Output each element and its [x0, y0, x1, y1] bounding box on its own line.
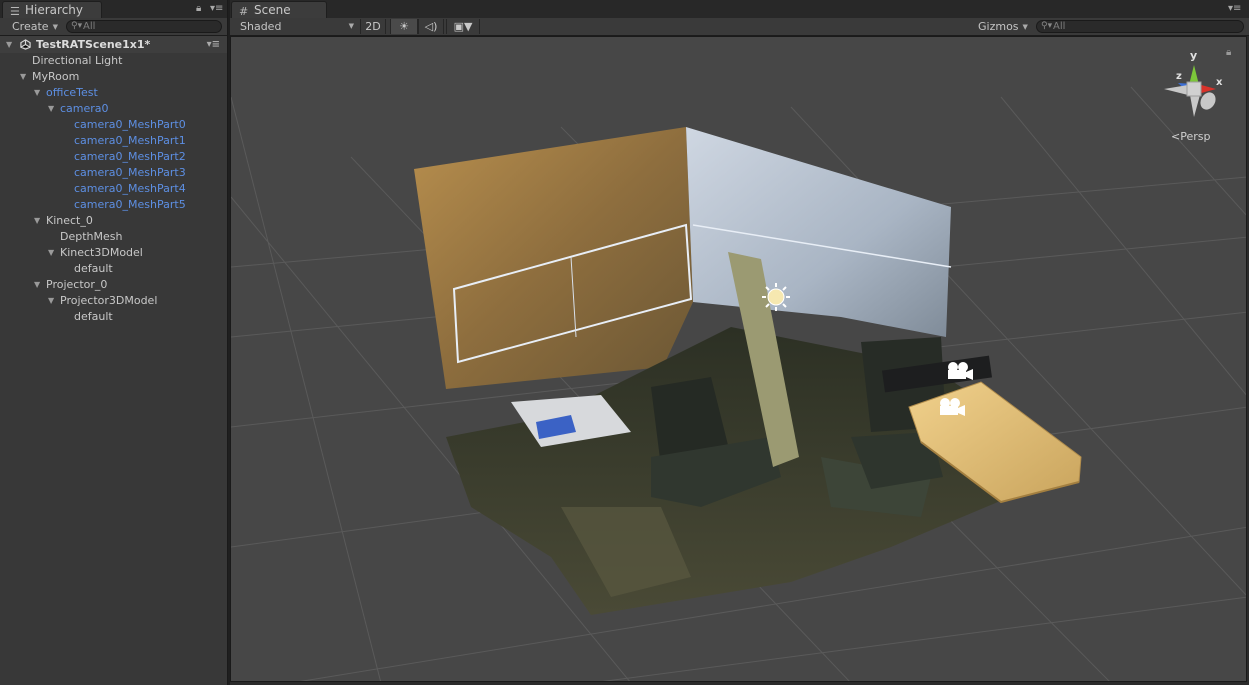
scene-search: ⚲▾ — [1036, 20, 1244, 33]
hierarchy-item-label: camera0_MeshPart3 — [74, 166, 186, 179]
tab-scene-label: Scene — [254, 3, 291, 17]
hierarchy-item-label: officeTest — [46, 86, 98, 99]
hierarchy-item[interactable]: ▼ camera0 — [0, 101, 227, 117]
gizmos-dropdown[interactable]: Gizmos ▼ — [972, 19, 1034, 34]
lighting-toggle[interactable]: ☀ — [390, 19, 418, 34]
hierarchy-item-label: default — [74, 310, 113, 323]
shading-mode-dropdown[interactable]: Shaded ▼ — [234, 19, 358, 34]
expand-arrow-icon[interactable]: ▼ — [6, 36, 12, 53]
hierarchy-item[interactable]: Directional Light — [0, 53, 227, 69]
scene-toolbar: Shaded ▼ 2D ☀ ◁) ▣▼ Gizmos ▼ ⚲▾ — [230, 18, 1249, 36]
hierarchy-item[interactable]: ▼ Kinect3DModel — [0, 245, 227, 261]
scene-viewport[interactable]: y x z 🔒︎ <Persp — [230, 36, 1247, 682]
effects-dropdown[interactable]: ▣▼ — [446, 19, 480, 34]
hierarchy-item-label: camera0 — [60, 102, 109, 115]
axis-z-label: z — [1176, 71, 1182, 82]
chevron-down-icon: ▼ — [52, 23, 58, 31]
hierarchy-item-label: camera0_MeshPart4 — [74, 182, 186, 195]
expand-arrow-icon[interactable]: ▼ — [48, 245, 54, 261]
scene-panel: # Scene ▾≡ Shaded ▼ 2D ☀ ◁) ▣▼ Gizmos ▼ ⚲… — [230, 0, 1249, 685]
gizmos-label: Gizmos — [978, 20, 1019, 33]
hierarchy-item-label: Kinect_0 — [46, 214, 93, 227]
hierarchy-item[interactable]: ▼ MyRoom — [0, 69, 227, 85]
axis-y-label: y — [1190, 49, 1197, 62]
hierarchy-item-label: default — [74, 262, 113, 275]
hierarchy-item-label: camera0_MeshPart1 — [74, 134, 186, 147]
hierarchy-item[interactable]: ▼ officeTest — [0, 85, 227, 101]
hierarchy-item-label: MyRoom — [32, 70, 80, 83]
expand-arrow-icon[interactable]: ▼ — [34, 85, 40, 101]
tab-scene[interactable]: # Scene — [231, 1, 327, 18]
create-dropdown[interactable]: Create ▼ — [6, 19, 64, 34]
hierarchy-item-label: Projector_0 — [46, 278, 108, 291]
image-icon: ▣ — [453, 20, 464, 33]
orientation-gizmo: y x z — [1164, 49, 1223, 117]
hierarchy-item[interactable]: camera0_MeshPart5 — [0, 197, 227, 213]
scene-render: y x z 🔒︎ — [231, 47, 1246, 681]
left-wall-mesh — [414, 127, 693, 389]
hierarchy-item[interactable]: camera0_MeshPart0 — [0, 117, 227, 133]
2d-mode-button[interactable]: 2D — [360, 19, 386, 34]
hierarchy-item-label: DepthMesh — [60, 230, 123, 243]
hierarchy-item[interactable]: camera0_MeshPart3 — [0, 165, 227, 181]
tab-hierarchy[interactable]: ☰ Hierarchy — [2, 1, 102, 18]
expand-arrow-icon[interactable]: ▼ — [48, 293, 54, 309]
search-icon: ⚲▾ — [71, 21, 83, 31]
hierarchy-item[interactable]: DepthMesh — [0, 229, 227, 245]
expand-arrow-icon[interactable]: ▼ — [48, 101, 54, 117]
chevron-down-icon: ▼ — [348, 22, 354, 30]
hierarchy-item[interactable]: ▼ Kinect_0 — [0, 213, 227, 229]
hierarchy-item-label: Kinect3DModel — [60, 246, 143, 259]
chevron-down-icon: ▼ — [463, 20, 473, 33]
projection-label: Persp — [1180, 130, 1211, 143]
tab-hierarchy-label: Hierarchy — [25, 3, 84, 17]
hierarchy-item[interactable]: default — [0, 309, 227, 325]
hierarchy-item[interactable]: camera0_MeshPart4 — [0, 181, 227, 197]
hierarchy-item-label: camera0_MeshPart2 — [74, 150, 186, 163]
hierarchy-toolbar: Create ▼ ⚲▾ — [0, 18, 227, 36]
hierarchy-panel: ☰ Hierarchy 🔒︎ ▾≡ Create▼ ⚲▾ ▼ TestRATSc… — [0, 0, 228, 685]
hierarchy-item-label: Directional Light — [32, 54, 123, 67]
expand-arrow-icon[interactable]: ▼ — [34, 277, 40, 293]
hierarchy-item[interactable]: default — [0, 261, 227, 277]
hierarchy-item-label: camera0_MeshPart0 — [74, 118, 186, 131]
persp-icon: < — [1171, 130, 1181, 143]
hierarchy-search-input[interactable] — [83, 21, 221, 32]
scene-menu-icon[interactable]: ▾≡ — [207, 36, 220, 53]
lock-icon[interactable]: 🔒︎ — [196, 3, 201, 14]
chevron-down-icon: ▼ — [1022, 23, 1028, 31]
menu-icon[interactable]: ▾≡ — [210, 3, 223, 14]
audio-toggle[interactable]: ◁) — [418, 19, 444, 34]
scene-root-item[interactable]: ▼ TestRATScene1x1* ▾≡ — [0, 36, 227, 53]
hierarchy-tree: ▼ TestRATScene1x1* ▾≡ Directional Light ▼… — [0, 36, 227, 325]
speaker-icon: ◁) — [424, 20, 438, 33]
axis-x-label: x — [1216, 77, 1223, 88]
lock-icon[interactable]: 🔒︎ — [1226, 47, 1231, 58]
hierarchy-item[interactable]: camera0_MeshPart2 — [0, 149, 227, 165]
expand-arrow-icon[interactable]: ▼ — [34, 213, 40, 229]
hierarchy-item[interactable]: ▼ Projector3DModel — [0, 293, 227, 309]
hierarchy-tab-bar: ☰ Hierarchy 🔒︎ ▾≡ — [0, 0, 227, 19]
shading-mode-label: Shaded — [240, 20, 282, 33]
scene-name: TestRATScene1x1* — [36, 38, 151, 51]
search-icon: ⚲▾ — [1041, 21, 1053, 31]
hierarchy-item-label: camera0_MeshPart5 — [74, 198, 186, 211]
sun-icon: ☀ — [399, 20, 409, 33]
menu-icon[interactable]: ▾≡ — [1228, 3, 1241, 14]
right-wall-mesh — [686, 127, 951, 337]
hierarchy-item[interactable]: camera0_MeshPart1 — [0, 133, 227, 149]
hierarchy-item[interactable]: ▼ Projector_0 — [0, 277, 227, 293]
hierarchy-item-label: Projector3DModel — [60, 294, 158, 307]
scene-search-input[interactable] — [1053, 21, 1243, 32]
create-dropdown-label: Create — [12, 20, 49, 33]
projection-toggle[interactable]: <Persp — [1171, 130, 1210, 143]
scene-tab-bar: # Scene ▾≡ — [230, 0, 1249, 19]
unity-scene-icon — [20, 39, 31, 50]
hierarchy-search: ⚲▾ — [66, 20, 222, 33]
hierarchy-item-list: Directional Light ▼ MyRoom ▼ officeTest ▼ came… — [0, 53, 227, 325]
expand-arrow-icon[interactable]: ▼ — [20, 69, 26, 85]
